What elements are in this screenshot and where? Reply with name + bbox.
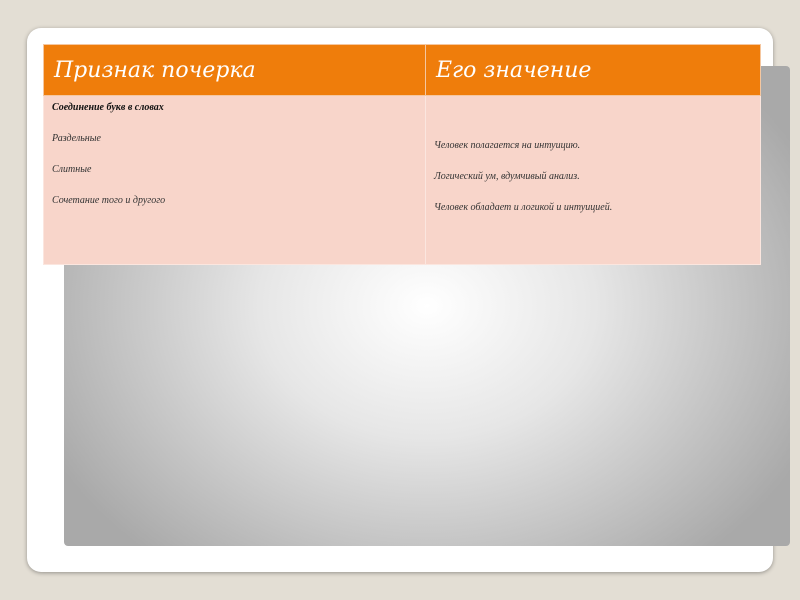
meaning-item: Логический ум, вдумчивый анализ. (434, 171, 580, 182)
header-feature: Признак почерка (43, 44, 426, 96)
feature-item: Раздельные (52, 133, 101, 144)
table-row: Соединение букв в словах Раздельные Слит… (43, 95, 761, 265)
meaning-item: Человек обладает и логикой и интуицией. (434, 202, 613, 213)
meaning-cell: Человек полагается на интуицию. Логическ… (425, 95, 761, 265)
header-row: Признак почерка Его значение (43, 44, 761, 96)
handwriting-table: Признак почерка Его значение Соединение … (43, 44, 761, 265)
feature-title: Соединение букв в словах (52, 102, 164, 113)
feature-cell: Соединение букв в словах Раздельные Слит… (43, 95, 426, 265)
header-meaning: Его значение (425, 44, 761, 96)
feature-item: Сочетание того и другого (52, 195, 166, 206)
meaning-item: Человек полагается на интуицию. (434, 140, 581, 151)
feature-item: Слитные (52, 164, 92, 175)
